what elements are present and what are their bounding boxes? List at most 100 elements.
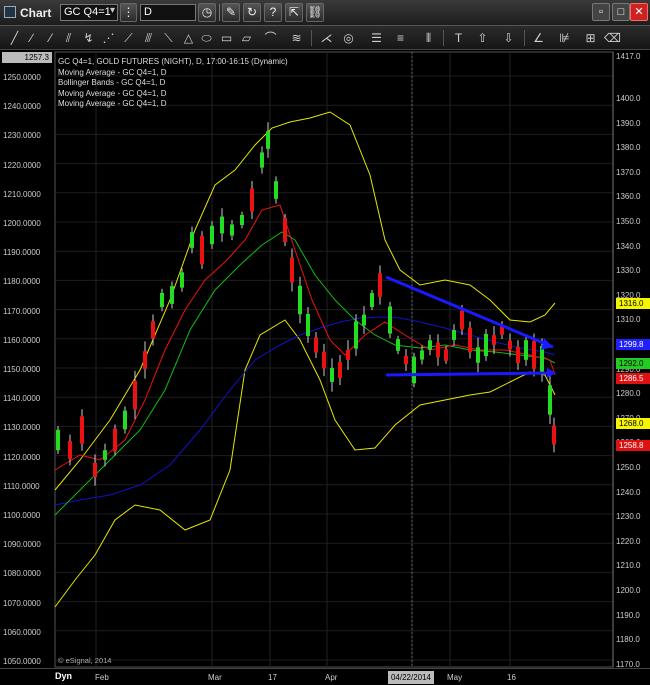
text-tool-icon[interactable]: T <box>450 29 467 47</box>
gann-tool-icon[interactable]: ⟋ <box>120 29 137 47</box>
chart-canvas[interactable] <box>0 50 650 685</box>
right-axis-label: 1380.0 <box>616 143 641 153</box>
candle-up <box>240 215 244 225</box>
arc-tool-icon[interactable]: ⌒ <box>262 29 279 47</box>
pitchfork-tool-icon[interactable]: ⫻ <box>140 29 157 47</box>
spiral-tool-icon[interactable]: ◎ <box>340 29 357 47</box>
cursor-icon[interactable]: ⇱ <box>285 3 303 22</box>
right-axis-label: 1190.0 <box>616 610 640 620</box>
left-axis-label: 1160.0000 <box>3 335 41 345</box>
fib-fan-tool-icon[interactable]: ⋌ <box>318 29 335 47</box>
arrow-down-tool-icon[interactable]: ⇩ <box>500 29 517 47</box>
left-axis-label: 1230.0000 <box>3 131 41 141</box>
pencil-icon[interactable]: ✎ <box>222 3 240 22</box>
candle-up <box>266 131 270 149</box>
drawing-toolbar: ╱ ∕ ⁄ ⫽ ↯ ⋰ ⟋ ⫻ ⟍ △ ⬭ ▭ ▱ ⌒ ≋ ⋌ ◎ ☰ ≡ ⦀ … <box>0 26 650 50</box>
fib-extension-tool-icon[interactable]: ≡ <box>392 29 409 47</box>
candle-down <box>290 257 294 283</box>
window-title: Chart <box>20 6 52 20</box>
maximize-icon[interactable]: □ <box>612 3 630 21</box>
candle-up <box>354 321 358 349</box>
fan-tool-icon[interactable]: ⋰ <box>100 29 117 47</box>
candle-up <box>420 350 424 360</box>
candle-up <box>428 340 432 350</box>
right-axis-label: 1240.0 <box>616 487 641 497</box>
chart-app-icon <box>4 6 16 18</box>
price-tag: 1316.0 <box>616 298 650 309</box>
candle-up <box>103 450 107 460</box>
line-tool-icon[interactable]: ╱ <box>6 29 23 47</box>
arrow-up-tool-icon[interactable]: ⇧ <box>474 29 491 47</box>
regression-tool-icon[interactable]: ⟍ <box>160 29 177 47</box>
candle-down <box>436 342 440 358</box>
measure-tool-icon[interactable]: ⊞ <box>582 29 599 47</box>
symbol-lookup-button[interactable]: ⋮ <box>120 3 137 22</box>
bands-tool-icon[interactable]: ≋ <box>288 29 305 47</box>
triangle-tool-icon[interactable]: △ <box>180 29 197 47</box>
candle-up <box>160 292 164 308</box>
channel-tool-icon[interactable]: ⫽ <box>60 29 77 47</box>
left-axis-label: 1190.0000 <box>3 248 41 258</box>
fib-time-tool-icon[interactable]: ⊯ <box>556 29 573 47</box>
ellipse-tool-icon[interactable]: ⬭ <box>198 29 215 47</box>
candle-down <box>492 335 496 345</box>
toolbar-divider <box>524 30 525 46</box>
right-axis-label: 1400.0 <box>616 94 641 103</box>
candle-up <box>220 216 224 234</box>
axis-mode-label[interactable]: Dyn <box>55 671 72 681</box>
candle-down <box>80 416 84 444</box>
right-axis-label: 1210.0 <box>616 561 641 571</box>
chevron-down-icon[interactable]: ▾ <box>110 5 115 16</box>
toolbar-divider <box>311 30 312 46</box>
zigzag-tool-icon[interactable]: ↯ <box>80 29 97 47</box>
watermark: © eSignal, 2014 <box>58 656 112 665</box>
candle-down <box>346 350 350 360</box>
angle-tool-icon[interactable]: ∠ <box>530 29 547 47</box>
price-tag: 1268.0 <box>616 418 650 429</box>
cycle-lines-tool-icon[interactable]: ⦀ <box>420 29 437 47</box>
left-axis-label: 1060.0000 <box>3 627 41 637</box>
candle-up <box>370 293 374 307</box>
left-axis-label: 1150.0000 <box>3 365 41 374</box>
right-axis-label: 1330.0 <box>616 266 641 276</box>
chart-legend: GC Q4=1, GOLD FUTURES (NIGHT), D, 17:00-… <box>58 57 288 110</box>
price-chart[interactable] <box>0 50 650 685</box>
refresh-icon[interactable]: ↻ <box>243 3 261 22</box>
left-axis-label: 1120.0000 <box>3 452 41 462</box>
trendline-support[interactable] <box>385 371 554 377</box>
right-axis-label: 1180.0 <box>616 635 640 645</box>
parallelogram-tool-icon[interactable]: ▱ <box>238 29 255 47</box>
candle-up <box>540 346 544 374</box>
help-icon[interactable]: ? <box>264 3 282 22</box>
time-axis[interactable]: Dyn Feb Mar 17 Apr 04/22/2014 May 16 <box>0 668 650 685</box>
left-axis-label: 1180.0000 <box>3 277 41 287</box>
right-axis-label: 1390.0 <box>616 118 641 128</box>
right-axis-label: 1360.0 <box>616 192 641 202</box>
symbol-input[interactable]: GC Q4=1 ▾ <box>60 4 118 21</box>
minimize-icon[interactable]: ▫ <box>592 3 610 21</box>
candle-down <box>68 441 72 459</box>
fib-retracement-tool-icon[interactable]: ☰ <box>368 29 385 47</box>
legend-line: Bollinger Bands - GC Q4=1, D <box>58 78 166 87</box>
link-icon[interactable]: ⛓ <box>306 3 324 22</box>
candle-down <box>113 428 117 452</box>
x-tick-label: Mar <box>208 673 222 682</box>
close-icon[interactable]: ✕ <box>630 3 648 21</box>
candle-up <box>548 385 552 415</box>
candle-down <box>508 340 512 350</box>
left-axis-label: 1240.0000 <box>3 102 41 112</box>
hline-tool-icon[interactable]: ⁄ <box>42 29 59 47</box>
candle-down <box>93 462 97 478</box>
interval-input[interactable]: D <box>140 4 196 21</box>
clock-icon[interactable]: ◷ <box>198 3 216 22</box>
ray-tool-icon[interactable]: ∕ <box>23 29 40 47</box>
candle-up <box>180 272 184 288</box>
left-axis-label: 1110.0000 <box>3 481 40 491</box>
candle-up <box>452 330 456 340</box>
legend-line: GC Q4=1, GOLD FUTURES (NIGHT), D, 17:00-… <box>58 57 288 66</box>
eraser-tool-icon[interactable]: ⌫ <box>604 29 621 47</box>
candle-up <box>524 340 528 360</box>
rectangle-tool-icon[interactable]: ▭ <box>218 29 235 47</box>
right-axis-label: 1250.0 <box>616 463 641 472</box>
candle-down <box>378 273 382 297</box>
